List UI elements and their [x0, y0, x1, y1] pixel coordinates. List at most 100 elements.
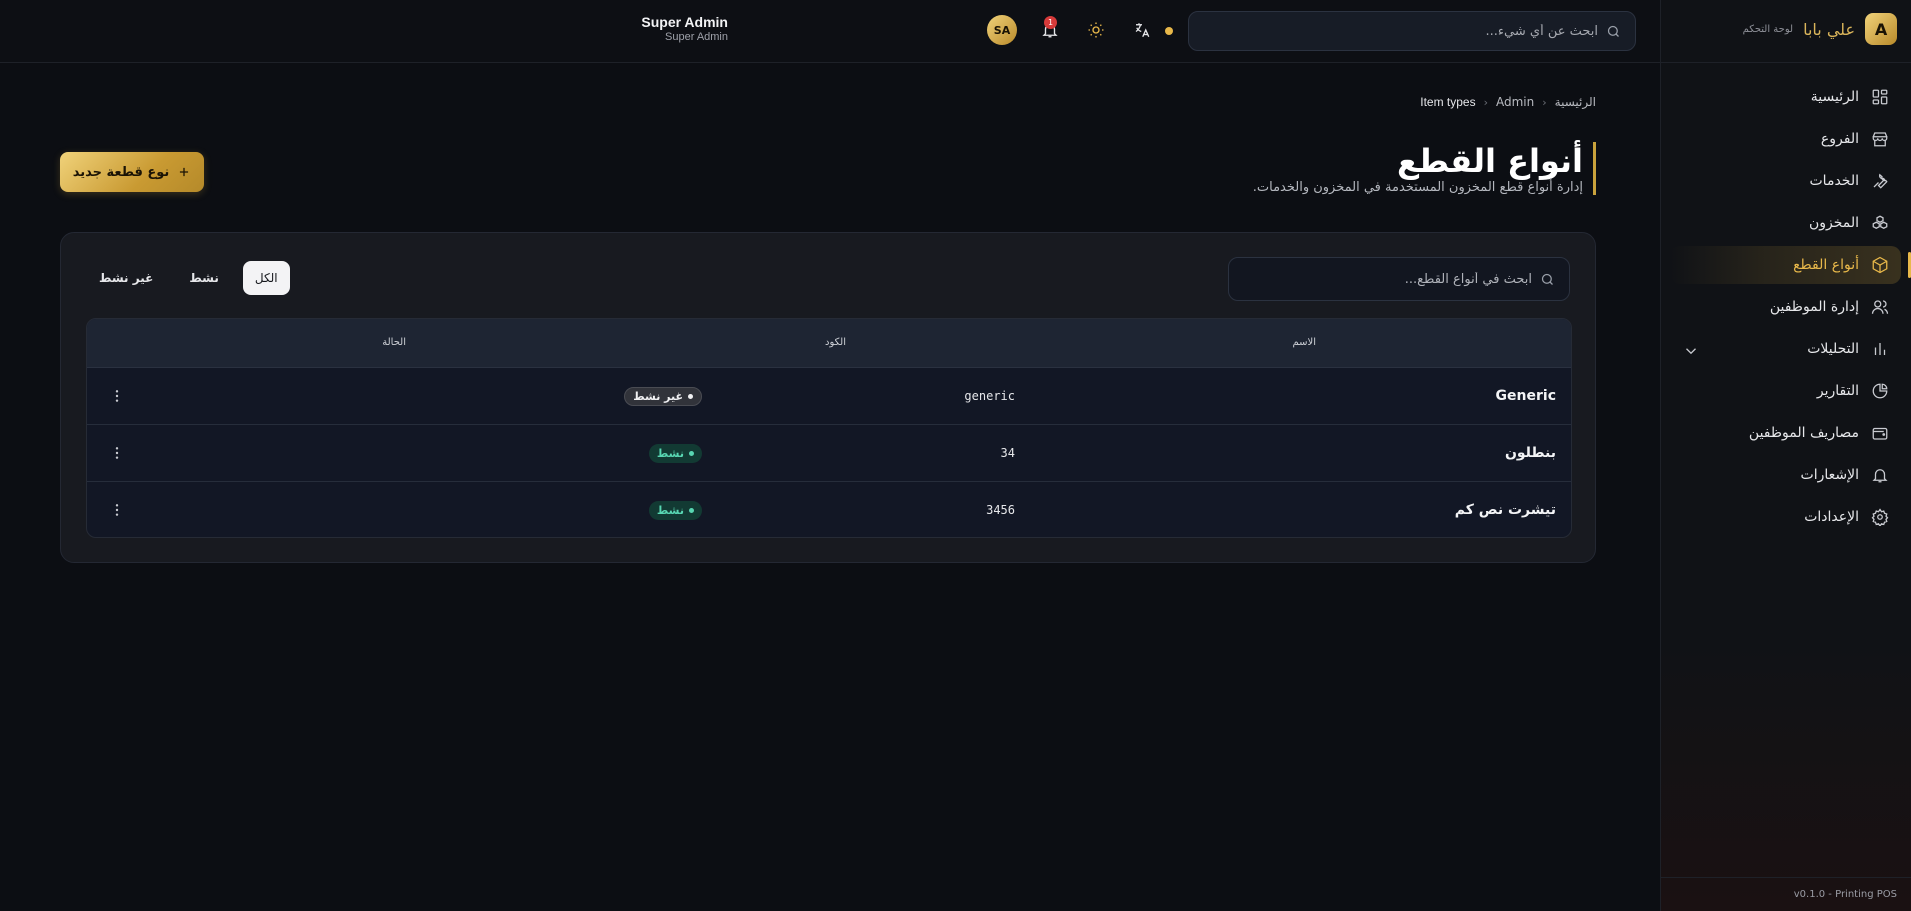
sidebar-item-branches[interactable]: الفروع: [1670, 120, 1901, 158]
breadcrumb: الرئيسية ‹ Admin ‹ Item types: [1420, 95, 1596, 109]
status-label: نشط: [656, 447, 684, 460]
sidebar-item-employee-expenses[interactable]: مصاريف الموظفين: [1670, 414, 1901, 452]
table-search-input[interactable]: [1242, 271, 1532, 287]
cell-name: تيشرت نص كم: [1454, 502, 1556, 518]
more-vertical-icon: [115, 390, 119, 402]
filter-inactive[interactable]: غير نشط: [87, 261, 165, 295]
filter-all[interactable]: الكل: [242, 261, 290, 295]
cell-name: بنطلون: [1504, 445, 1556, 461]
row-actions-button[interactable]: [109, 386, 125, 406]
search-icon: [1541, 273, 1553, 285]
sun-icon: [1088, 22, 1104, 38]
cell-code: generic: [964, 389, 1015, 403]
boxes-icon: [1872, 215, 1888, 229]
sidebar-item-label: التحليلات: [1807, 341, 1859, 357]
plus-icon: [180, 167, 189, 177]
sidebar-item-label: أنواع القطع: [1793, 257, 1859, 273]
status-label: غير نشط: [633, 390, 683, 403]
table-row[interactable]: تيشرت نص كم 3456 نشط: [87, 482, 1571, 537]
sidebar-item-label: المخزون: [1808, 215, 1859, 231]
package-icon: [1872, 256, 1888, 274]
user-name: Super Admin: [641, 14, 728, 30]
sidebar-item-analytics[interactable]: التحليلات: [1670, 330, 1901, 368]
sidebar-divider: [1661, 62, 1911, 63]
wrench-icon: [1873, 173, 1888, 189]
table-row[interactable]: بنطلون 34 نشط: [87, 425, 1571, 482]
breadcrumb-home[interactable]: الرئيسية: [1555, 95, 1596, 109]
cell-name: Generic: [1495, 388, 1556, 404]
sidebar: A علي بابا لوحة التحكم الرئيسية الفروع ا…: [1660, 0, 1911, 911]
breadcrumb-current: Item types: [1420, 95, 1476, 109]
new-item-type-label: نوع قطعة جديد: [72, 164, 170, 180]
more-vertical-icon: [115, 447, 119, 459]
topbar: 1 SA Super Admin Super Admin: [0, 0, 1660, 63]
brand[interactable]: A علي بابا لوحة التحكم: [1743, 13, 1897, 45]
chevron-down-icon[interactable]: [1682, 342, 1700, 360]
page-description: إدارة أنواع قطع المخزون المستخدمة في الم…: [1252, 180, 1583, 195]
chart-icon: [1874, 343, 1886, 355]
more-vertical-icon: [115, 504, 119, 516]
cell-code: 34: [1000, 446, 1015, 460]
sidebar-item-employees[interactable]: إدارة الموظفين: [1670, 288, 1901, 326]
table-header: الاسم الكود الحالة: [87, 319, 1571, 368]
row-actions-button[interactable]: [109, 500, 125, 520]
breadcrumb-separator-icon: ‹: [1483, 95, 1488, 109]
cell-code: 3456: [986, 503, 1015, 517]
status-filters: غير نشط نشط الكل: [87, 261, 290, 295]
column-header-name[interactable]: الاسم: [1292, 337, 1316, 348]
table-row[interactable]: Generic generic غير نشط: [87, 368, 1571, 425]
sidebar-item-label: الفروع: [1820, 131, 1859, 147]
status-badge: غير نشط: [624, 387, 702, 406]
dashboard-icon: [1872, 89, 1888, 105]
sidebar-nav: الرئيسية الفروع الخدمات المخزون أنواع ال…: [1670, 78, 1911, 540]
breadcrumb-separator-icon: ‹: [1542, 95, 1547, 109]
table-search[interactable]: [1228, 257, 1570, 301]
version-footer: v0.1.0 - Printing POS: [1661, 877, 1911, 911]
status-dot: [689, 451, 694, 456]
sidebar-item-label: الخدمات: [1809, 173, 1860, 189]
search-icon: [1607, 25, 1619, 37]
notifications-button[interactable]: 1: [1038, 16, 1062, 42]
new-item-type-button[interactable]: نوع قطعة جديد: [60, 152, 204, 192]
store-icon: [1872, 132, 1888, 147]
row-actions-button[interactable]: [109, 443, 125, 463]
brand-subtitle: لوحة التحكم: [1742, 23, 1794, 35]
status-badge: نشط: [648, 501, 702, 520]
filter-active[interactable]: نشط: [177, 261, 231, 295]
sidebar-item-label: التقارير: [1816, 383, 1859, 399]
theme-toggle-button[interactable]: [1084, 18, 1108, 42]
sidebar-item-inventory[interactable]: المخزون: [1670, 204, 1901, 242]
global-search[interactable]: [1188, 11, 1636, 51]
sidebar-item-label: مصاريف الموظفين: [1748, 425, 1859, 441]
brand-logo: A: [1865, 13, 1897, 45]
page-title: أنواع القطع: [1396, 142, 1583, 180]
wallet-icon: [1872, 427, 1888, 440]
users-icon: [1871, 300, 1889, 314]
global-search-input[interactable]: [1218, 23, 1598, 39]
pie-chart-icon: [1872, 383, 1888, 399]
user-info[interactable]: Super Admin Super Admin: [641, 14, 728, 43]
bell-icon: [1872, 469, 1888, 483]
page-header: أنواع القطع إدارة أنواع قطع المخزون المس…: [1253, 142, 1596, 195]
language-button[interactable]: [1130, 18, 1154, 42]
sidebar-item-home[interactable]: الرئيسية: [1670, 78, 1901, 116]
sidebar-item-label: الإشعارات: [1800, 467, 1859, 483]
brand-name: علي بابا: [1803, 19, 1855, 39]
status-dot: [1165, 27, 1173, 35]
sidebar-item-services[interactable]: الخدمات: [1670, 162, 1901, 200]
column-header-status[interactable]: الحالة: [382, 337, 406, 348]
column-header-code[interactable]: الكود: [825, 337, 846, 348]
sidebar-item-label: إدارة الموظفين: [1769, 299, 1859, 315]
sidebar-item-label: الرئيسية: [1810, 89, 1859, 105]
translate-icon: [1135, 23, 1150, 38]
sidebar-item-reports[interactable]: التقارير: [1670, 372, 1901, 410]
sidebar-item-notifications[interactable]: الإشعارات: [1670, 456, 1901, 494]
gear-icon: [1871, 508, 1889, 526]
avatar[interactable]: SA: [987, 15, 1017, 45]
sidebar-item-item-types[interactable]: أنواع القطع: [1670, 246, 1911, 284]
user-role: Super Admin: [665, 31, 728, 43]
sidebar-item-settings[interactable]: الإعدادات: [1670, 498, 1901, 536]
breadcrumb-admin[interactable]: Admin: [1496, 95, 1534, 109]
item-types-card: غير نشط نشط الكل الاسم الكود الحالة Gene…: [60, 232, 1596, 563]
item-types-table: الاسم الكود الحالة Generic generic غير ن…: [86, 318, 1572, 538]
